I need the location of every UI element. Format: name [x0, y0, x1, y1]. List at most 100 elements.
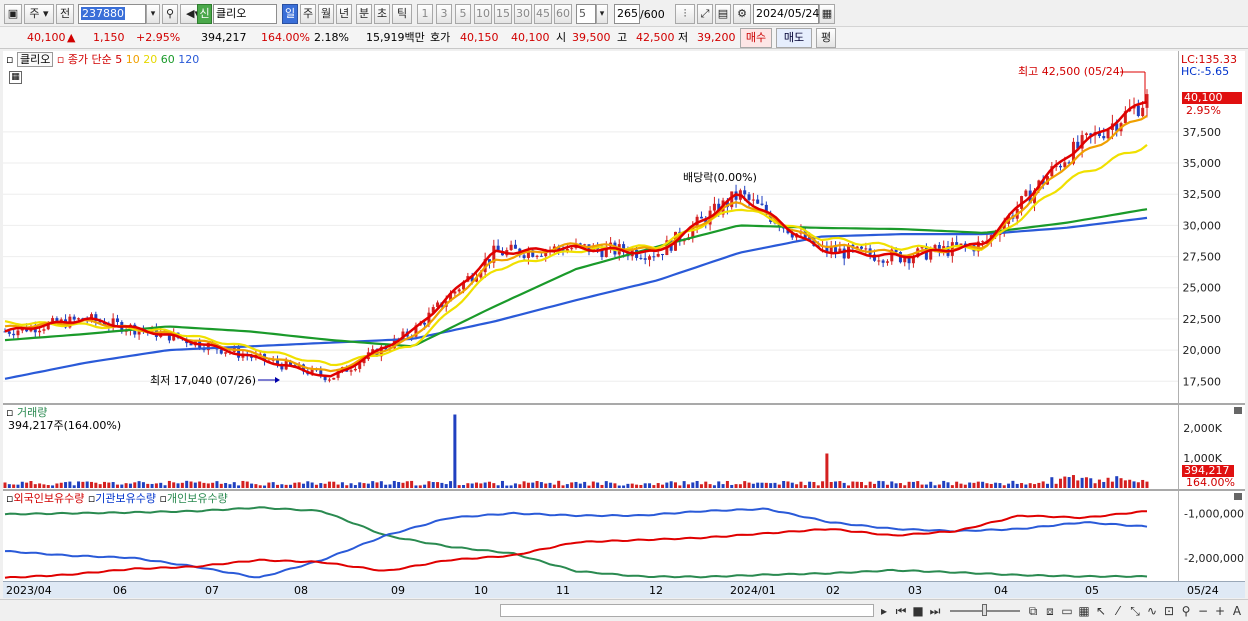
- search-icon[interactable]: ⚲: [1178, 603, 1194, 619]
- x-label: 2023/04: [6, 584, 52, 597]
- volume-bar: [1106, 477, 1110, 488]
- scroll-end-icon[interactable]: ⏭: [927, 603, 943, 619]
- compare-icon[interactable]: ⧈: [1042, 603, 1058, 619]
- volume-bar: [241, 480, 245, 488]
- candle-body: [535, 255, 539, 257]
- stock-name-tag[interactable]: 클리오: [16, 52, 54, 67]
- x-label: 02: [826, 584, 840, 597]
- volume-bar: [327, 481, 331, 488]
- volume-bar: [648, 483, 652, 488]
- volume-bar: [358, 482, 362, 488]
- candle-body: [332, 377, 336, 380]
- grid-icon[interactable]: ▦: [1076, 603, 1092, 619]
- volume-bar: [920, 484, 924, 488]
- candle-body: [77, 318, 81, 320]
- scroll-start-icon[interactable]: ⏮: [893, 603, 909, 619]
- volume-bar: [107, 482, 111, 488]
- candle-body: [224, 352, 228, 354]
- volume-bar: [1115, 476, 1119, 488]
- indiv-legend[interactable]: 개인보유수량: [167, 492, 228, 505]
- wave-icon[interactable]: ∿: [1144, 603, 1160, 619]
- volume-bar: [496, 485, 500, 488]
- volume-bar: [699, 484, 703, 488]
- volume-bar: [821, 481, 825, 488]
- candle-body: [349, 370, 353, 372]
- image-icon[interactable]: ⊡: [1161, 603, 1177, 619]
- window-icon[interactable]: ▭: [1059, 603, 1075, 619]
- volume-bar: [362, 483, 366, 488]
- chart-canvas[interactable]: 37,500 35,000 32,500 30,000 27,500 25,000 22,5…: [0, 0, 1248, 621]
- volume-bar: [682, 481, 686, 488]
- volume-bar: [574, 481, 578, 488]
- y-tick-label: 32,500: [1183, 188, 1222, 201]
- volume-bar: [479, 483, 483, 488]
- volume-bar: [1123, 480, 1127, 488]
- pointer-icon[interactable]: ↖: [1093, 603, 1109, 619]
- font-icon[interactable]: A: [1229, 603, 1245, 619]
- candle-body: [929, 250, 933, 260]
- volume-bar: [405, 481, 409, 488]
- volume-bar: [1076, 480, 1080, 488]
- layout-icon[interactable]: ⧉: [1025, 603, 1041, 619]
- volume-bar: [301, 483, 305, 488]
- volume-bar: [609, 482, 613, 488]
- volume-bar: [90, 481, 94, 488]
- last-price-pct: 2.95%: [1186, 104, 1221, 117]
- volume-bar: [838, 481, 842, 488]
- volume-bar: [46, 485, 50, 488]
- candle-body: [661, 253, 665, 256]
- volume-bar: [284, 484, 288, 488]
- scroll-thumb[interactable]: [500, 604, 874, 617]
- volume-title: ▫ 거래량: [6, 406, 48, 419]
- candle-body: [38, 330, 42, 333]
- ma120-label[interactable]: 120: [178, 53, 199, 66]
- volume-bar: [500, 480, 504, 488]
- volume-bar: [271, 482, 275, 488]
- ma5-label[interactable]: 5: [115, 53, 122, 66]
- inst-legend[interactable]: 기관보유수량: [95, 492, 156, 505]
- foreign-legend[interactable]: 외국인보유수량: [13, 492, 84, 505]
- line-icon[interactable]: ⁄: [1110, 603, 1126, 619]
- holdings-line-foreign: [4, 510, 1147, 579]
- ma-title: 종가 단순: [67, 53, 112, 66]
- maximize-icon[interactable]: [1234, 407, 1242, 414]
- ma10-label[interactable]: 10: [126, 53, 140, 66]
- candle-body: [747, 194, 751, 200]
- maximize-icon[interactable]: [1234, 493, 1242, 500]
- volume-bar: [77, 481, 81, 488]
- candle-body: [981, 241, 985, 243]
- volume-bar: [872, 483, 876, 488]
- zoom-out-icon[interactable]: −: [1195, 603, 1211, 619]
- ma60-label[interactable]: 60: [161, 53, 175, 66]
- volume-bar: [202, 482, 206, 488]
- candle-body: [1102, 136, 1106, 139]
- x-label: 10: [474, 584, 488, 597]
- stop-icon[interactable]: ■: [910, 603, 926, 619]
- table-view-icon[interactable]: ▦: [9, 71, 22, 84]
- volume-bar: [423, 484, 427, 488]
- y-tick-label: 17,500: [1183, 375, 1222, 388]
- volume-bar: [942, 480, 946, 488]
- candle-body: [639, 257, 643, 259]
- legend-marker-icon: ▫: [6, 53, 14, 66]
- volume-bar: [1119, 478, 1123, 488]
- volume-bar: [600, 484, 604, 488]
- scroll-right-icon[interactable]: ▸: [876, 603, 892, 619]
- volume-bar: [639, 484, 643, 488]
- y-tick-label: 2,000K: [1183, 422, 1222, 435]
- volume-bar: [1002, 485, 1006, 488]
- volume-bar: [384, 484, 388, 488]
- volume-bar: [185, 480, 189, 488]
- volume-bar: [449, 481, 453, 488]
- volume-bar: [289, 484, 292, 488]
- volume-bar: [790, 482, 794, 488]
- hc-value: HC:-5.65: [1181, 65, 1230, 78]
- volume-bar: [487, 481, 491, 488]
- trend-icon[interactable]: ⤡: [1127, 603, 1143, 619]
- volume-bar: [950, 485, 954, 488]
- volume-bar: [708, 484, 712, 488]
- zoom-in-icon[interactable]: +: [1212, 603, 1228, 619]
- ma20-label[interactable]: 20: [143, 53, 157, 66]
- volume-bar: [1028, 483, 1032, 488]
- zoom-slider-handle[interactable]: [982, 604, 987, 616]
